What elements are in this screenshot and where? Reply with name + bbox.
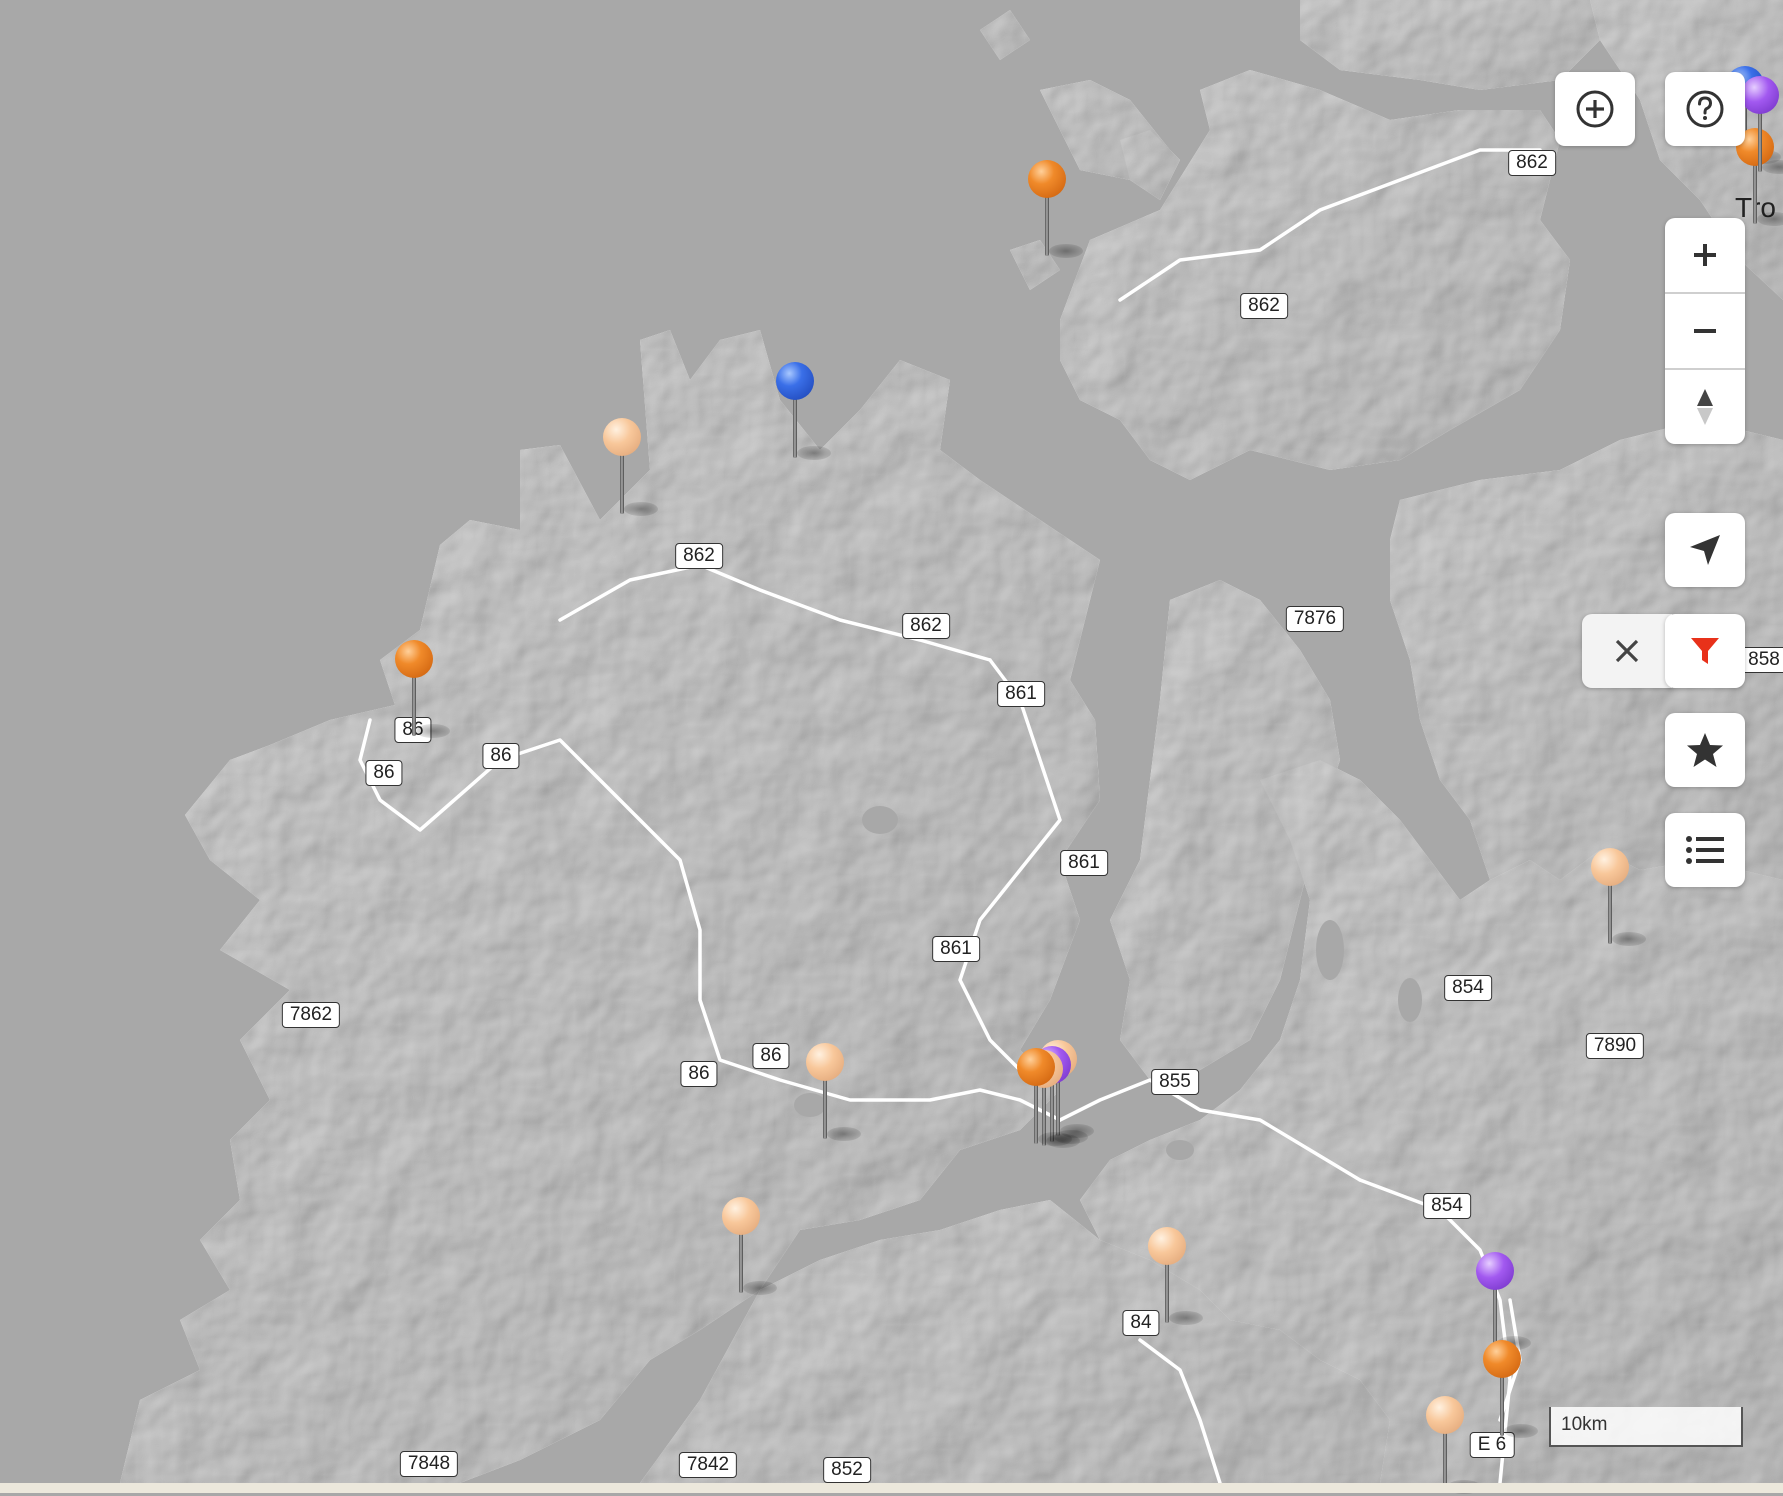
map-pin-peach[interactable] [1590,848,1646,948]
map-pin-peach[interactable] [1425,1396,1481,1496]
road-label-854: 854 [1423,1193,1471,1219]
road-label-861: 861 [997,681,1045,707]
clear-filter-button[interactable] [1582,614,1672,688]
map-pin-orange[interactable] [394,640,450,740]
map-pin-blue[interactable] [775,362,831,462]
road-label-862: 862 [675,543,723,569]
locate-button[interactable] [1665,513,1745,587]
help-button[interactable] [1665,72,1745,146]
map-pin-peach[interactable] [721,1197,777,1297]
map-pin-peach[interactable] [1147,1227,1203,1327]
scale-bar-label: 10km [1561,1414,1608,1435]
road-label-7876: 7876 [1285,606,1345,632]
road-label-858: 858 [1740,647,1783,673]
road-label-855: 855 [1151,1069,1199,1095]
road-label-862: 862 [1240,293,1288,319]
zoom-out-button[interactable] [1665,294,1745,368]
map-pin-peach[interactable] [805,1043,861,1143]
map-pin-orange[interactable] [1482,1340,1538,1440]
plus-icon [1694,244,1716,266]
add-point-button[interactable] [1555,72,1635,146]
filter-controls [1582,614,1745,688]
road-label-86: 86 [752,1043,790,1069]
road-label-854: 854 [1444,975,1492,1001]
zoom-in-button[interactable] [1665,218,1745,292]
road-label-7862: 7862 [281,1002,341,1028]
road-label-7848: 7848 [399,1451,459,1477]
road-label-86: 86 [365,760,403,786]
road-label-861: 861 [1060,850,1108,876]
filter-button[interactable] [1665,614,1745,688]
road-label-861: 861 [932,936,980,962]
map-canvas[interactable] [0,0,1783,1493]
minus-icon [1694,329,1716,333]
close-icon [1615,639,1639,663]
bottom-strip [0,1483,1783,1493]
compass-icon [1697,389,1713,425]
road-label-862: 862 [1508,150,1556,176]
road-label-86: 86 [680,1061,718,1087]
map-pin-orange[interactable] [1027,160,1083,260]
road-label-7842: 7842 [678,1452,738,1478]
map-pin-orange[interactable] [1016,1048,1072,1148]
zoom-controls [1665,218,1745,444]
star-icon [1687,733,1723,767]
road-label-852: 852 [823,1457,871,1483]
road-label-862: 862 [902,613,950,639]
lake [1398,978,1422,1022]
navigation-arrow-icon [1690,535,1720,565]
map-pin-purple[interactable] [1475,1252,1531,1352]
plus-circle-icon [1576,90,1614,128]
scale-bar: 10km [1549,1407,1743,1447]
lake [862,806,898,834]
lake [1316,920,1344,980]
land-island-b [1120,130,1180,200]
question-circle-icon [1686,90,1724,128]
list-icon [1686,836,1724,864]
map-pin-peach[interactable] [602,418,658,518]
list-button[interactable] [1665,813,1745,887]
map-pin-purple[interactable] [1740,76,1783,176]
road-label-7890: 7890 [1585,1033,1645,1059]
favorites-button[interactable] [1665,713,1745,787]
land-layer [120,0,1783,1483]
land-north-top [1300,0,1600,90]
lake [1166,1140,1194,1160]
filter-icon [1691,638,1719,664]
road-label-86: 86 [482,743,520,769]
land-island-d [980,10,1030,60]
compass-button[interactable] [1665,370,1745,444]
